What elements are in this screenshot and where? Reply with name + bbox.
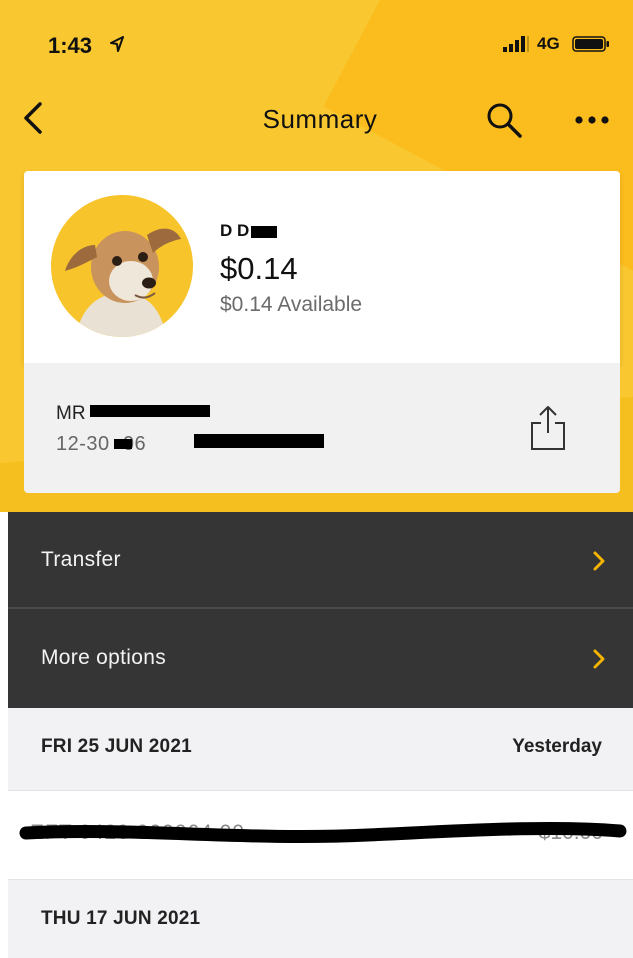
date-header: THU 17 JUN 2021 xyxy=(8,880,633,958)
account-name: D D xyxy=(220,221,278,241)
signal-icon xyxy=(503,36,529,52)
location-arrow-icon xyxy=(110,36,124,52)
redaction-bar xyxy=(251,225,278,238)
more-options-row[interactable]: More options xyxy=(8,610,633,707)
account-details: MR 12-30 -06 xyxy=(24,363,620,493)
status-time: 1:43 xyxy=(48,33,93,58)
date-label: THU 17 JUN 2021 xyxy=(41,908,201,929)
redaction-scribble xyxy=(19,821,627,844)
account-number: 12-30 -06 xyxy=(56,433,147,455)
dog-avatar-icon xyxy=(51,195,193,337)
transfer-row[interactable]: Transfer xyxy=(8,512,633,609)
actions-menu: Transfer More options xyxy=(8,512,633,708)
status-bar: 1:43 4G xyxy=(0,0,633,90)
transaction-row[interactable]: EFT 0420 000064 00 $10.00 xyxy=(8,790,633,880)
back-button[interactable] xyxy=(18,98,48,138)
battery-icon xyxy=(572,36,609,52)
chevron-right-icon xyxy=(593,649,605,669)
account-name-text: D D xyxy=(220,221,250,240)
page-title: Summary xyxy=(262,104,378,134)
available-balance: $0.14 Available xyxy=(220,293,363,316)
share-icon[interactable] xyxy=(528,403,568,453)
account-holder-name: MR xyxy=(56,403,86,424)
redaction-bar xyxy=(194,434,324,448)
account-balance: $0.14 xyxy=(220,251,298,286)
menu-item-label: Transfer xyxy=(41,548,121,571)
date-header: FRI 25 JUN 2021 Yesterday xyxy=(8,708,633,790)
chevron-right-icon xyxy=(593,551,605,571)
redaction-bar xyxy=(114,439,132,449)
avatar xyxy=(51,195,193,337)
relative-date-label: Yesterday xyxy=(512,736,602,757)
search-icon[interactable] xyxy=(484,100,524,140)
date-label: FRI 25 JUN 2021 xyxy=(41,736,192,757)
more-icon[interactable] xyxy=(572,110,612,130)
account-card[interactable]: D D $0.14 $0.14 Available xyxy=(24,171,620,363)
menu-item-label: More options xyxy=(41,646,166,669)
redaction-bar xyxy=(90,405,210,417)
network-type: 4G xyxy=(537,34,560,53)
